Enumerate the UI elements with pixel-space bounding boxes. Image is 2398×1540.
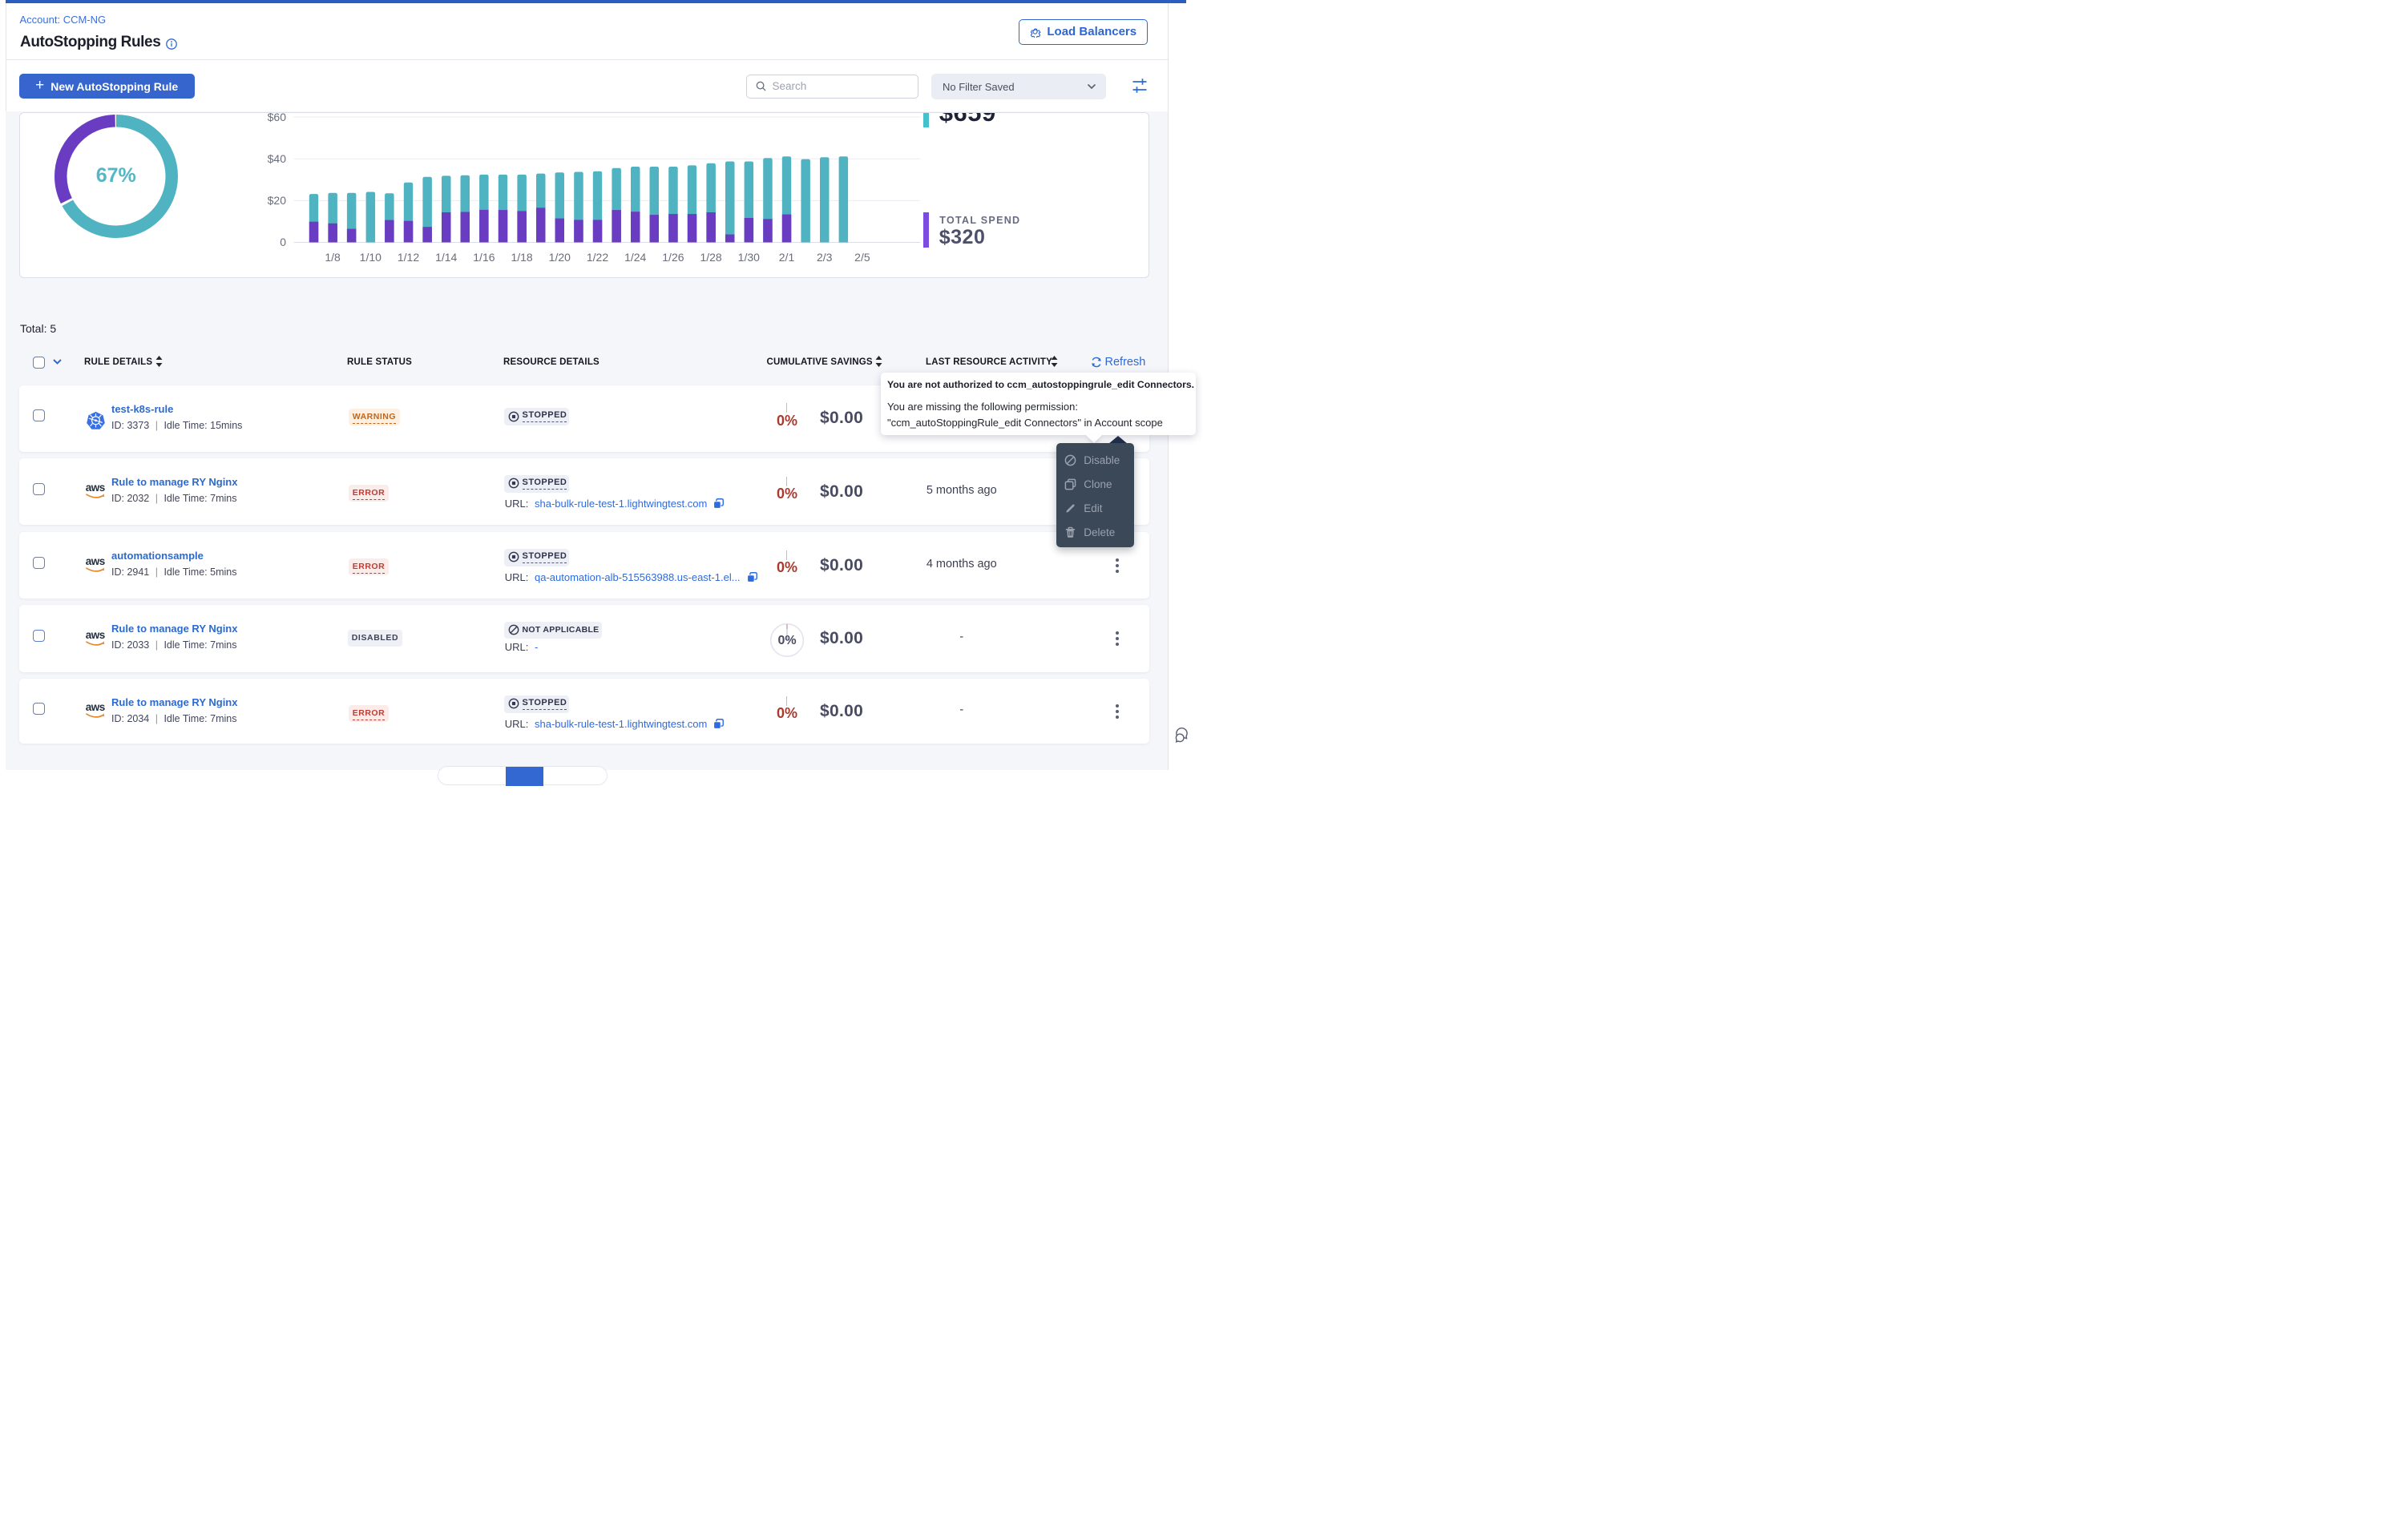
svg-text:2/5: 2/5	[854, 251, 870, 264]
svg-text:1/20: 1/20	[548, 251, 570, 264]
svg-text:1/18: 1/18	[511, 251, 532, 264]
svg-text:2/3: 2/3	[817, 251, 833, 264]
svg-text:1/16: 1/16	[473, 251, 495, 264]
svg-text:$20: $20	[267, 194, 286, 207]
svg-text:1/30: 1/30	[737, 251, 759, 264]
svg-text:1/14: 1/14	[435, 251, 457, 264]
svg-text:$40: $40	[267, 152, 286, 165]
svg-text:1/8: 1/8	[325, 251, 341, 264]
svg-text:1/28: 1/28	[700, 251, 721, 264]
svg-text:0: 0	[280, 236, 286, 248]
svg-text:2/1: 2/1	[779, 251, 795, 264]
svg-text:1/24: 1/24	[624, 251, 646, 264]
svg-text:1/10: 1/10	[359, 251, 381, 264]
svg-text:1/22: 1/22	[587, 251, 608, 264]
svg-text:1/12: 1/12	[398, 251, 419, 264]
svg-text:1/26: 1/26	[662, 251, 684, 264]
svg-text:$60: $60	[267, 113, 286, 123]
